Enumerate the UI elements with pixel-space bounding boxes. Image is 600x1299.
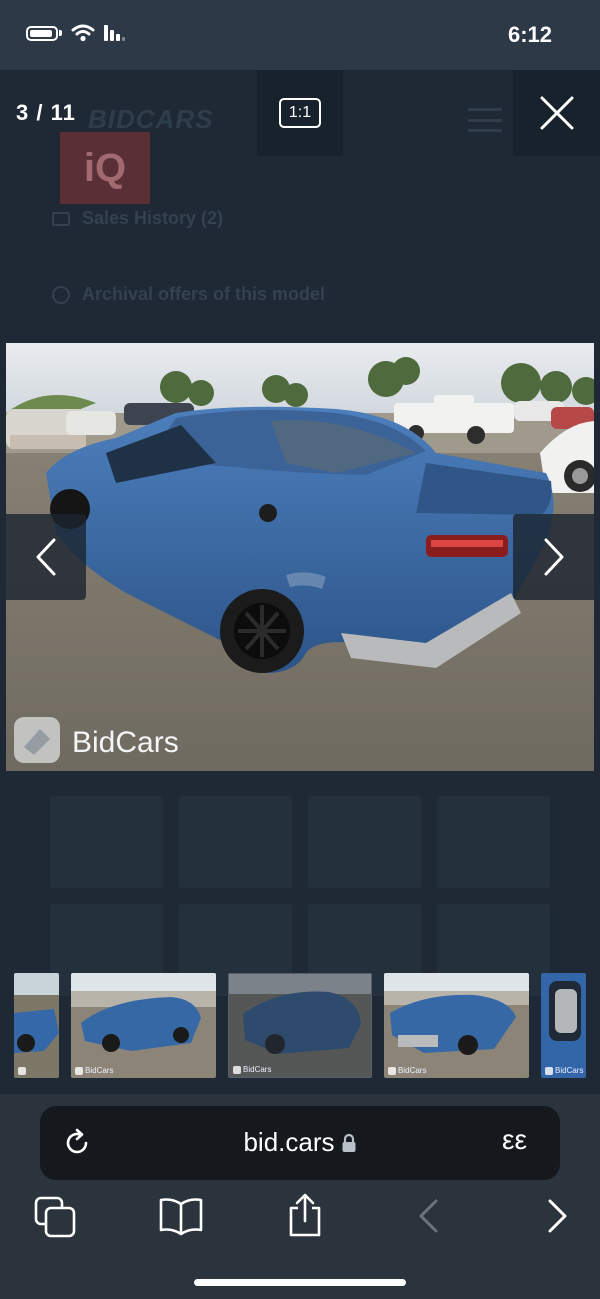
background-sales-history-label: Sales History (2): [82, 208, 224, 228]
reader-mode-button[interactable]: εε: [502, 1124, 527, 1156]
close-button[interactable]: [513, 70, 600, 156]
thumbnail-watermark: BidCars: [75, 1066, 113, 1075]
bookmarks-button[interactable]: [158, 1196, 204, 1241]
thumbnail-watermark: BidCars: [545, 1066, 583, 1075]
home-indicator: [194, 1279, 406, 1286]
background-thumbnail-grid: [50, 796, 550, 996]
url-text: bid.cars: [243, 1127, 335, 1157]
tabs-icon: [34, 1196, 76, 1238]
chevron-right-icon: [544, 538, 563, 576]
photo-watermark: BidCars: [72, 726, 179, 759]
wifi-icon: [71, 24, 95, 42]
actual-size-label: 1:1: [279, 98, 321, 128]
book-icon: [159, 1198, 203, 1236]
forward-button[interactable]: [546, 1198, 570, 1239]
thumbnail-watermark: [18, 1067, 26, 1075]
reader-mode-label: εε: [502, 1124, 527, 1155]
status-time: 6:12: [507, 22, 552, 47]
thumbnail-2[interactable]: BidCars: [71, 973, 216, 1078]
signal-icon: [104, 25, 125, 41]
thumbnail-3-selected[interactable]: BidCars: [228, 973, 372, 1078]
battery-icon: [26, 25, 58, 41]
background-archival-row: Archival offers of this model: [52, 284, 552, 305]
chevron-left-icon: [419, 1199, 438, 1233]
chevron-left-icon: [36, 538, 56, 576]
clock-icon: [52, 285, 70, 304]
background-archival-label: Archival offers of this model: [82, 284, 326, 304]
next-image-button[interactable]: [513, 514, 594, 600]
thumbnail-watermark: BidCars: [233, 1065, 271, 1074]
main-photo: BidCars: [6, 343, 594, 771]
battery-nub: [59, 30, 62, 36]
back-button[interactable]: [416, 1198, 440, 1239]
calendar-icon: [52, 211, 70, 226]
thumbnail-4[interactable]: BidCars: [384, 973, 529, 1078]
share-button[interactable]: [286, 1193, 324, 1242]
background-iq-badge: iQ: [60, 132, 150, 204]
status-icons: [26, 24, 126, 42]
tabs-button[interactable]: [34, 1196, 76, 1243]
share-icon: [289, 1193, 321, 1237]
thumbnail-5[interactable]: BidCars: [541, 973, 586, 1078]
lock-icon: [342, 1133, 356, 1152]
image-counter: 3 / 11: [16, 100, 76, 125]
thumbnail-1[interactable]: [14, 973, 59, 1078]
thumbnail-watermark: BidCars: [388, 1066, 426, 1075]
actual-size-button[interactable]: 1:1: [257, 70, 343, 156]
background-logo: BIDCARS: [88, 104, 214, 134]
background-sales-history-row: Sales History (2): [52, 208, 552, 229]
close-icon: [540, 96, 573, 130]
background-menu-icon: [468, 108, 502, 132]
previous-image-button[interactable]: [6, 514, 86, 600]
thumbnail-selected-overlay: [229, 974, 371, 1077]
car-photo: BidCars: [6, 343, 594, 771]
chevron-right-icon: [548, 1199, 567, 1233]
